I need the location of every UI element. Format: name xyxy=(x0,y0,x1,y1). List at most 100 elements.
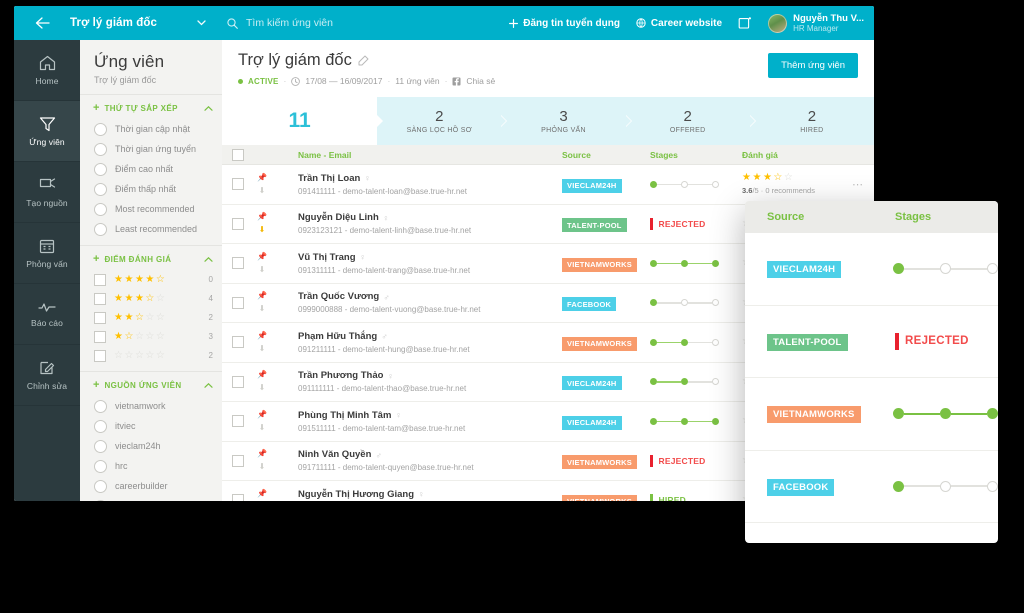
filter-option[interactable]: ★ ★ ☆ ☆ ☆ 2 xyxy=(80,308,222,327)
row-checkbox[interactable] xyxy=(232,375,254,388)
stage-dot[interactable] xyxy=(987,408,998,420)
source-tag[interactable]: TALENT-POOL xyxy=(767,333,848,351)
stage-dot[interactable] xyxy=(940,263,951,275)
pin-icon[interactable]: 📌 xyxy=(257,173,267,182)
row-pin-actions[interactable]: 📌⬇ xyxy=(254,410,270,432)
filter-option[interactable]: ★ ☆ ☆ ☆ ☆ 3 xyxy=(80,327,222,346)
stage-tab-offered[interactable]: 2 OFFERED xyxy=(626,97,756,145)
stage-tab-hired[interactable]: 2 HIRED xyxy=(750,97,874,145)
download-icon[interactable]: ⬇ xyxy=(259,463,266,471)
source-tag[interactable]: FACEBOOK xyxy=(767,478,835,496)
pin-icon[interactable]: 📌 xyxy=(257,450,267,458)
radio-icon[interactable] xyxy=(94,419,107,433)
radio-icon[interactable] xyxy=(94,499,107,501)
search-box[interactable]: Tìm kiếm ứng viên xyxy=(215,17,509,29)
source-tag[interactable]: FACEBOOK xyxy=(562,297,617,312)
source-tag[interactable]: TALENT-POOL xyxy=(562,218,627,233)
download-icon[interactable]: ⬇ xyxy=(259,226,266,234)
stage-dot[interactable] xyxy=(681,299,688,307)
source-tag[interactable]: VIECLAM24H xyxy=(562,415,622,430)
download-icon[interactable]: ⬇ xyxy=(259,186,266,195)
select-all-checkbox[interactable] xyxy=(232,148,254,161)
download-icon[interactable]: ⬇ xyxy=(259,265,266,274)
candidate-name[interactable]: Nguyễn Thị Hương Giang ♀ xyxy=(298,489,562,500)
checkbox-icon[interactable] xyxy=(232,454,244,467)
filter-option[interactable]: Thời gian cập nhật xyxy=(80,119,222,139)
checkbox-icon[interactable] xyxy=(232,257,244,270)
row-checkbox[interactable] xyxy=(232,494,254,501)
stage-dot[interactable] xyxy=(712,299,719,307)
pin-icon[interactable]: 📌 xyxy=(257,410,267,419)
row-checkbox[interactable] xyxy=(232,336,254,349)
filter-option[interactable]: Thời gian ứng tuyển xyxy=(80,139,222,159)
pin-icon[interactable]: 📌 xyxy=(257,252,267,261)
back-button[interactable] xyxy=(14,6,70,40)
download-icon[interactable]: ⬇ xyxy=(259,344,266,353)
stage-dot[interactable] xyxy=(681,180,688,188)
stage-tab-all[interactable]: 11 xyxy=(222,97,384,145)
candidate-name[interactable]: Phạm Hữu Thắng ♂ xyxy=(298,331,562,342)
user-menu[interactable]: Nguyễn Thu V... HR Manager xyxy=(768,13,864,34)
stage-dot[interactable] xyxy=(681,259,688,267)
candidate-name[interactable]: Phùng Thị Minh Tâm ♀ xyxy=(298,410,562,421)
stage-dot[interactable] xyxy=(987,480,998,492)
stage-dot[interactable] xyxy=(650,378,657,386)
filter-option[interactable]: Most recommended xyxy=(80,199,222,219)
checkbox-icon[interactable] xyxy=(232,178,244,191)
radio-icon[interactable] xyxy=(94,202,107,216)
stage-dot[interactable] xyxy=(712,180,719,188)
more-icon[interactable]: ⋯ xyxy=(852,179,864,191)
checkbox-icon[interactable] xyxy=(232,217,244,230)
radio-icon[interactable] xyxy=(94,162,107,176)
filter-option[interactable]: Điểm thấp nhất xyxy=(80,179,222,199)
filter-group-header[interactable]: + ĐIỂM ĐÁNH GIÁ xyxy=(80,254,222,265)
filter-option[interactable]: Điểm cao nhất xyxy=(80,159,222,179)
checkbox-icon[interactable] xyxy=(94,292,106,305)
filter-option[interactable]: vieclam24h xyxy=(80,436,222,456)
checkbox-icon[interactable] xyxy=(94,311,106,324)
candidate-name[interactable]: Trần Phương Thảo ♀ xyxy=(298,370,562,381)
radio-icon[interactable] xyxy=(94,122,107,136)
stage-dot[interactable] xyxy=(681,338,688,346)
filter-group-header[interactable]: + NGUỒN ỨNG VIÊN xyxy=(80,380,222,391)
overlay-row[interactable]: TALENT-POOL REJECTED xyxy=(745,306,998,378)
checkbox-icon[interactable] xyxy=(232,415,244,428)
pin-icon[interactable]: 📌 xyxy=(257,292,267,300)
pin-icon[interactable]: 📌 xyxy=(257,489,267,498)
filter-option[interactable]: ★ ★ ★ ★ ☆ 0 xyxy=(80,270,222,289)
add-candidate-button[interactable]: Thêm ứng viên xyxy=(768,53,858,78)
filter-option[interactable]: vietnamwork xyxy=(80,396,222,416)
stage-dot[interactable] xyxy=(712,378,719,386)
overlay-row[interactable]: FACEBOOK xyxy=(745,451,998,523)
stage-dot[interactable] xyxy=(650,299,657,307)
download-icon[interactable]: ⬇ xyxy=(259,423,266,432)
candidate-name[interactable]: Trần Quốc Vương ♂ xyxy=(298,291,562,302)
source-tag[interactable]: VIETNAMWORKS xyxy=(562,257,637,272)
row-pin-actions[interactable]: 📌⬇ xyxy=(254,252,270,274)
stage-dot[interactable] xyxy=(650,338,657,346)
row-checkbox[interactable] xyxy=(232,217,254,230)
row-pin-actions[interactable]: 📌⬇ xyxy=(254,292,270,313)
filter-option[interactable]: ybox xyxy=(80,496,222,501)
source-tag[interactable]: VIECLAM24H xyxy=(562,178,622,193)
candidate-name[interactable]: Vũ Thị Trang ♀ xyxy=(298,252,562,263)
radio-icon[interactable] xyxy=(94,182,107,196)
radio-icon[interactable] xyxy=(94,439,107,453)
checkbox-icon[interactable] xyxy=(232,494,244,501)
pencil-icon[interactable] xyxy=(358,55,369,66)
candidate-name[interactable]: Trần Thị Loan ♀ xyxy=(298,173,562,184)
row-pin-actions[interactable]: 📌⬇ xyxy=(254,331,270,353)
stage-dot[interactable] xyxy=(650,417,657,425)
row-checkbox[interactable] xyxy=(232,257,254,270)
filter-option[interactable]: ☆ ☆ ☆ ☆ ☆ 2 xyxy=(80,346,222,365)
source-tag[interactable]: VIECLAM24H xyxy=(562,376,622,391)
candidate-name[interactable]: Ninh Văn Quyền ♂ xyxy=(298,449,562,460)
radio-icon[interactable] xyxy=(94,459,107,473)
project-selector[interactable]: Trợ lý giám đốc xyxy=(70,6,215,40)
search-input[interactable]: Tìm kiếm ứng viên xyxy=(246,17,333,29)
radio-icon[interactable] xyxy=(94,479,107,493)
row-actions-button[interactable]: ⋯ xyxy=(838,175,864,193)
candidate-name[interactable]: Nguyễn Diệu Linh ♀ xyxy=(298,212,562,223)
stage-dot[interactable] xyxy=(712,338,719,346)
stage-dot[interactable] xyxy=(681,378,688,386)
